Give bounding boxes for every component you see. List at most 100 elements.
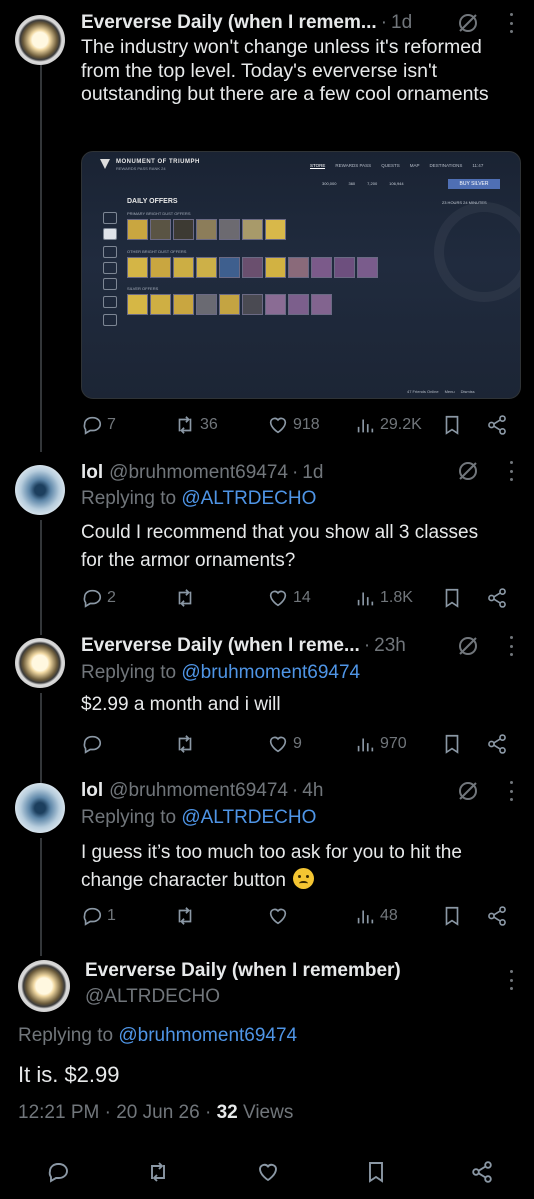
author-handle[interactable]: @bruhmoment69474: [109, 462, 288, 484]
reply-count: 1: [107, 907, 116, 924]
share-icon: [488, 734, 506, 754]
grok-icon[interactable]: [456, 459, 480, 483]
retweet-count: 36: [200, 416, 218, 433]
grok-icon[interactable]: [456, 779, 480, 803]
author-name[interactable]: lol: [81, 462, 103, 484]
timestamp[interactable]: 1d: [391, 12, 412, 34]
retweet-button[interactable]: 36: [174, 412, 218, 438]
offer-section-label: OTHER BRIGHT DUST OFFERS: [127, 249, 187, 254]
offer-row: [127, 294, 332, 315]
views-button[interactable]: 970: [354, 731, 407, 757]
like-button[interactable]: 9: [267, 731, 302, 757]
mention-link[interactable]: @bruhmoment69474: [118, 1025, 297, 1046]
timestamp[interactable]: 1d: [302, 462, 323, 484]
retweet-button[interactable]: [174, 731, 196, 757]
reply-button[interactable]: [46, 1160, 70, 1189]
reply-button[interactable]: [81, 731, 103, 757]
game-nav-item: REWARDS PASS: [335, 163, 372, 168]
avatar[interactable]: [15, 638, 65, 688]
author-name[interactable]: Eververse Daily (when I reme...: [81, 635, 360, 657]
like-button[interactable]: [267, 903, 289, 929]
bookmark-button[interactable]: [441, 903, 463, 929]
retweet-button[interactable]: [174, 903, 196, 929]
like-button[interactable]: [256, 1160, 280, 1189]
offer-row: [127, 257, 378, 278]
reply-button[interactable]: 7: [81, 412, 116, 438]
views-button[interactable]: 29.2K: [354, 412, 422, 438]
author-name[interactable]: Eververse Daily (when I remem...: [81, 12, 377, 34]
bookmark-icon: [445, 734, 459, 754]
share-icon: [472, 1161, 492, 1183]
tweet-text: It is. $2.99: [18, 1062, 120, 1087]
share-button[interactable]: [486, 731, 508, 757]
more-options-icon[interactable]: [508, 461, 514, 481]
avatar[interactable]: [18, 960, 70, 1012]
thread-line: [40, 520, 42, 635]
tweet-time[interactable]: 12:21 PM: [18, 1102, 99, 1123]
mention-link[interactable]: @ALTRDECHO: [181, 488, 316, 509]
retweet-button[interactable]: [146, 1160, 170, 1189]
friends-online: 47 Friends Online: [407, 389, 439, 394]
bookmark-button[interactable]: [441, 585, 463, 611]
separator-dot: ·: [291, 780, 299, 801]
separator-dot: ·: [363, 635, 371, 656]
like-button[interactable]: 14: [267, 585, 311, 611]
views-button[interactable]: 1.8K: [354, 585, 413, 611]
more-options-icon[interactable]: [508, 13, 514, 33]
tweet-header: Eververse Daily (when I remem... · 1d: [81, 8, 412, 38]
more-options-icon[interactable]: [508, 970, 514, 990]
views-chart-icon: [357, 910, 374, 924]
avatar[interactable]: [15, 465, 65, 515]
tweet-header: Eververse Daily (when I reme... · 23h: [81, 631, 406, 661]
views-chart-icon: [357, 419, 374, 433]
replying-prefix: Replying to: [81, 662, 177, 683]
grok-icon[interactable]: [456, 634, 480, 658]
side-tab: [103, 212, 117, 224]
attached-game-screenshot[interactable]: MONUMENT OF TRIUMPH REWARDS PASS RANK 24…: [81, 151, 521, 399]
avatar[interactable]: [15, 783, 65, 833]
tweet-date[interactable]: 20 Jun 26: [116, 1102, 199, 1123]
side-tab: [103, 246, 117, 258]
grok-icon[interactable]: [456, 11, 480, 35]
author-name[interactable]: Eververse Daily (when I remember): [85, 960, 401, 982]
share-button[interactable]: [470, 1160, 494, 1189]
currency-value: 360: [348, 181, 356, 186]
timestamp[interactable]: 23h: [374, 635, 406, 657]
separator-dot: ·: [104, 1102, 111, 1123]
watermark-logo: [434, 202, 520, 302]
retweet-icon: [151, 1162, 165, 1182]
more-options-icon[interactable]: [508, 636, 514, 656]
retweet-button[interactable]: [174, 585, 196, 611]
views-button[interactable]: 48: [354, 903, 398, 929]
offer-timer: 23 HOURS 24 MINUTES: [442, 200, 487, 205]
author-name[interactable]: lol: [81, 780, 103, 802]
share-button[interactable]: [486, 585, 508, 611]
reply-button[interactable]: 1: [81, 903, 116, 929]
game-footer: 47 Friends Online Menu Dismiss: [407, 389, 475, 394]
reply-button[interactable]: 2: [81, 585, 116, 611]
bottom-action-bar: [0, 1150, 534, 1199]
tweet-text: I guess it’s too much too ask for you to…: [81, 839, 526, 895]
more-options-icon[interactable]: [508, 781, 514, 801]
view-count: 29.2K: [380, 416, 422, 433]
share-button[interactable]: [486, 412, 508, 438]
buy-silver-button: BUY SILVER: [448, 179, 500, 189]
daily-offers-heading: DAILY OFFERS: [127, 198, 178, 205]
share-button[interactable]: [486, 903, 508, 929]
view-count: 48: [380, 907, 398, 924]
retweet-icon: [178, 907, 192, 925]
timestamp[interactable]: 4h: [302, 780, 323, 802]
author-handle[interactable]: @bruhmoment69474: [109, 780, 288, 802]
destiny-logo-icon: [100, 159, 110, 169]
like-button[interactable]: 918: [267, 412, 320, 438]
mention-link[interactable]: @ALTRDECHO: [181, 807, 316, 828]
replying-prefix: Replying to: [81, 807, 177, 828]
bookmark-button[interactable]: [364, 1160, 388, 1189]
game-title: MONUMENT OF TRIUMPH: [116, 159, 200, 165]
game-subtitle: REWARDS PASS RANK 24: [116, 166, 166, 171]
mention-link[interactable]: @bruhmoment69474: [181, 662, 360, 683]
author-handle[interactable]: @ALTRDECHO: [85, 986, 220, 1008]
bookmark-button[interactable]: [441, 412, 463, 438]
avatar[interactable]: [15, 15, 65, 65]
bookmark-button[interactable]: [441, 731, 463, 757]
